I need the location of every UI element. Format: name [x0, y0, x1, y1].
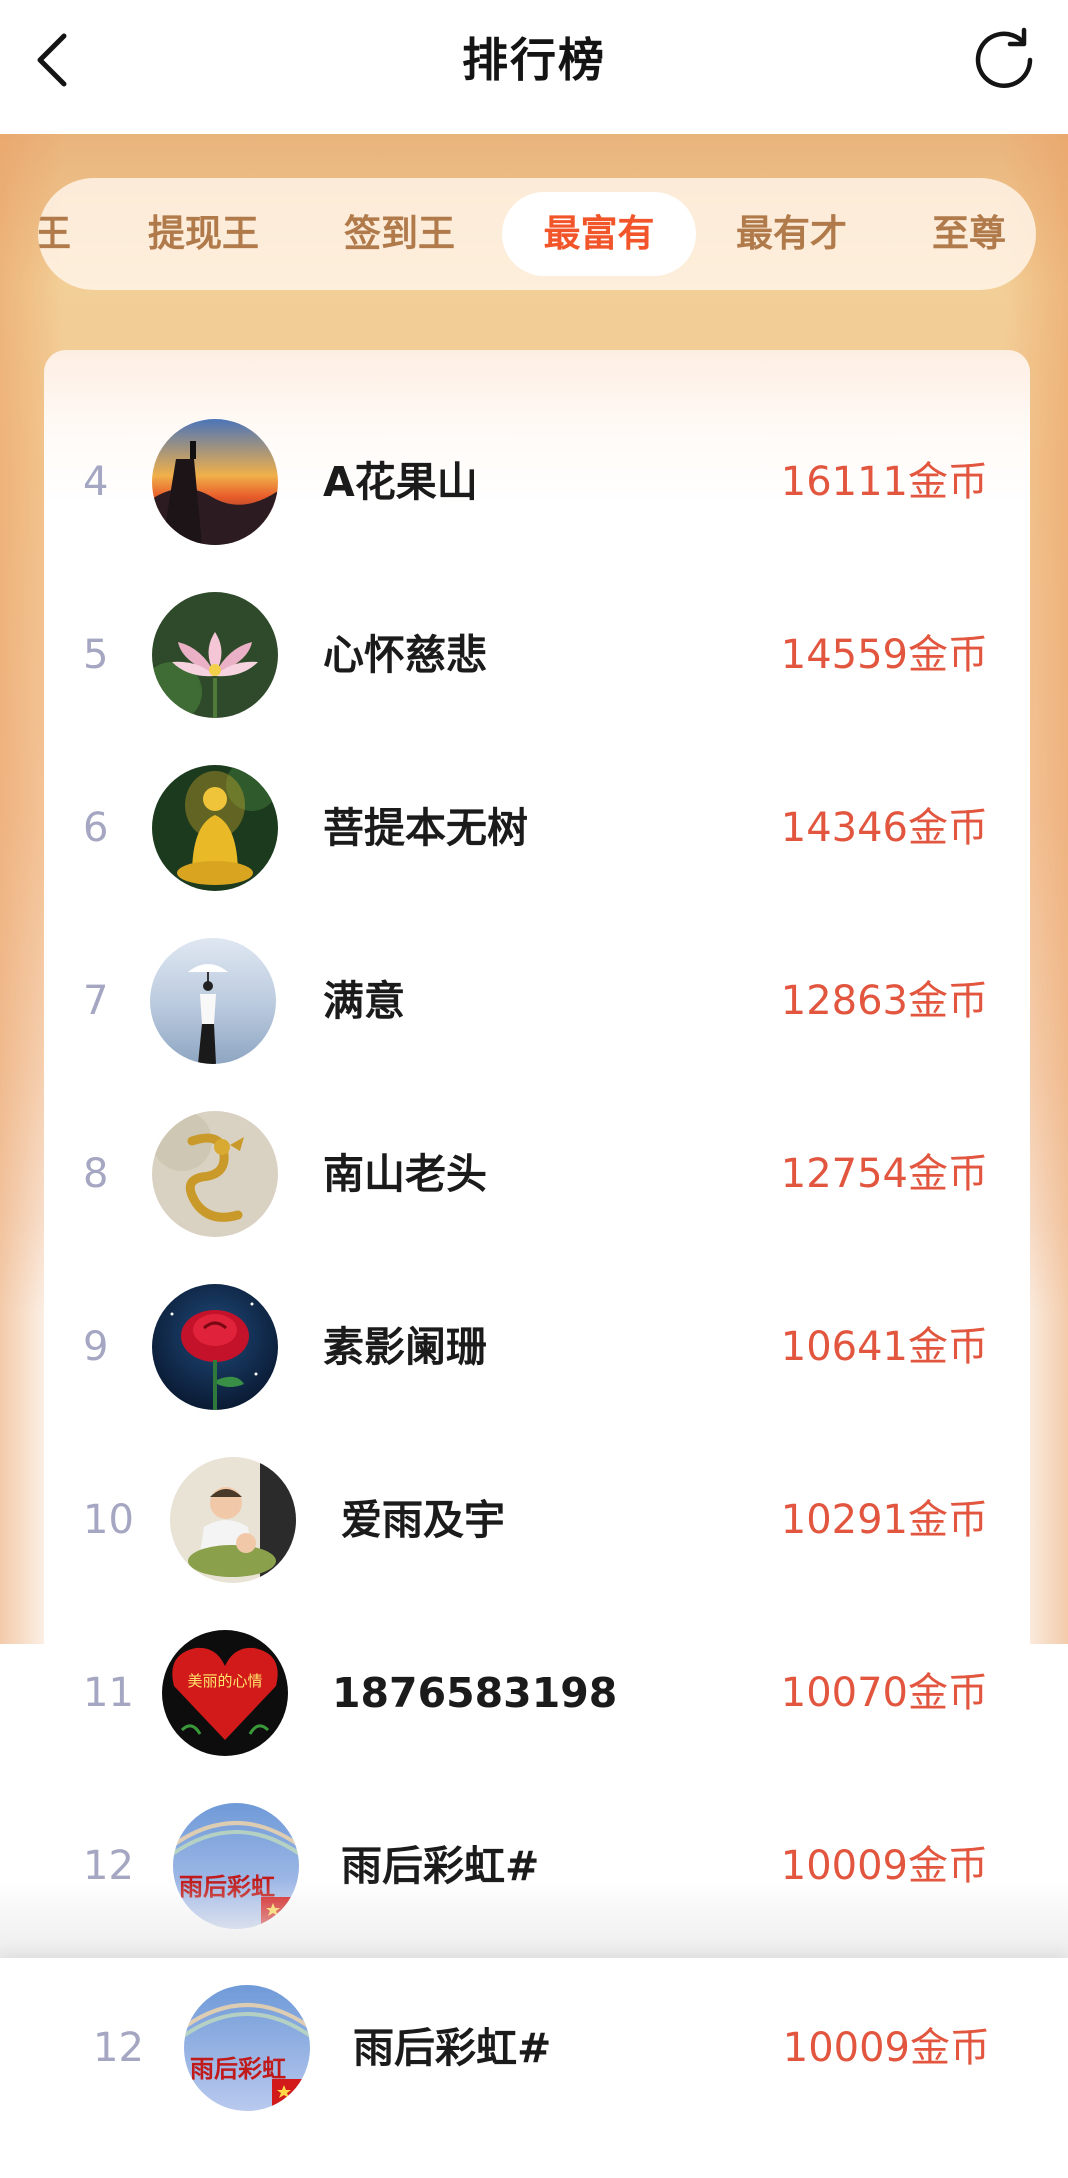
avatar[interactable]: 雨后彩虹 [184, 1985, 310, 2111]
tab-withdraw-king[interactable]: 提现王 [148, 178, 259, 290]
ranking-row[interactable]: 11 美丽的心情 1876583198 10070金币 [0, 1613, 1068, 1773]
rank-number: 8 [83, 1151, 109, 1197]
red-heart-image: 美丽的心情 [162, 1630, 288, 1756]
ranking-row[interactable]: 6 菩提本无树 14346金币 [0, 748, 1068, 908]
page-title: 排行榜 [462, 33, 606, 87]
rank-number: 7 [83, 978, 109, 1024]
coin-amount: 10009金币 [782, 2025, 990, 2071]
ranking-row[interactable]: 10 爱雨及宇 10291金币 [0, 1440, 1068, 1600]
rank-number: 11 [83, 1670, 134, 1716]
avatar[interactable] [152, 592, 278, 718]
coin-amount: 10291金币 [780, 1497, 988, 1543]
rank-number: 10 [83, 1497, 134, 1543]
lotus-image [152, 592, 278, 718]
rank-number: 12 [93, 2025, 144, 2071]
rank-number: 4 [83, 459, 109, 505]
my-rank-bar: 12 雨后彩虹 雨后彩虹# 10009金币 [0, 1958, 1068, 2178]
tab-richest[interactable]: 最富有 [502, 192, 696, 276]
avatar[interactable] [170, 1457, 296, 1583]
list-fade [0, 1880, 1068, 1960]
coin-amount: 14559金币 [780, 632, 988, 678]
avatar[interactable] [150, 938, 276, 1064]
coin-amount: 12754金币 [780, 1151, 988, 1197]
ranking-page: 排行榜 王 提现王 签到王 最富有 最有才 至尊 4 A花果山 16111金币 … [0, 0, 1068, 2178]
my-rank-row[interactable]: 12 雨后彩虹 雨后彩虹# 10009金币 [0, 1968, 1068, 2128]
avatar[interactable] [152, 1111, 278, 1237]
children-photo-image [170, 1457, 296, 1583]
ranking-row[interactable]: 8 南山老头 12754金币 [0, 1094, 1068, 1254]
avatar[interactable] [152, 419, 278, 545]
rainbow-flag-image: 雨后彩虹 [184, 1985, 310, 2111]
avatar-caption: 美丽的心情 [187, 1672, 262, 1690]
avatar[interactable] [152, 1284, 278, 1410]
coin-amount: 10641金币 [780, 1324, 988, 1370]
top-bar: 排行榜 [0, 0, 1068, 134]
avatar[interactable] [152, 765, 278, 891]
golden-buddha-image [152, 765, 278, 891]
rank-number: 9 [83, 1324, 109, 1370]
red-rose-image [152, 1284, 278, 1410]
user-name: 爱雨及宇 [341, 1496, 505, 1544]
tab-most-talented[interactable]: 最有才 [736, 178, 847, 290]
refresh-button[interactable] [968, 24, 1040, 96]
user-name: 素影阑珊 [323, 1323, 487, 1371]
user-name: A花果山 [323, 458, 478, 506]
mountain-sunset-image [152, 419, 278, 545]
coin-amount: 16111金币 [780, 459, 988, 505]
rank-number: 6 [83, 805, 109, 851]
coin-amount: 14346金币 [780, 805, 988, 851]
tab-partial-left[interactable]: 王 [38, 178, 71, 290]
ranking-row[interactable]: 5 心怀慈悲 14559金币 [0, 575, 1068, 735]
coin-amount: 10070金币 [780, 1670, 988, 1716]
refresh-icon [975, 27, 1033, 88]
tab-supreme[interactable]: 至尊 [932, 178, 1006, 290]
ranking-row[interactable]: 9 素影阑珊 10641金币 [0, 1267, 1068, 1427]
user-name: 菩提本无树 [323, 804, 528, 852]
category-tabs: 王 提现王 签到王 最富有 最有才 至尊 [38, 178, 1036, 290]
user-name: 1876583198 [332, 1669, 618, 1717]
avatar-caption: 雨后彩虹 [190, 2054, 286, 2083]
user-name: 雨后彩虹# [353, 2024, 552, 2072]
ranking-row[interactable]: 7 满意 12863金币 [0, 921, 1068, 1081]
rank-number: 5 [83, 632, 109, 678]
golden-dragon-image [152, 1111, 278, 1237]
user-name: 满意 [323, 977, 405, 1025]
avatar[interactable]: 美丽的心情 [162, 1630, 288, 1756]
tab-checkin-king[interactable]: 签到王 [344, 178, 455, 290]
coin-amount: 12863金币 [780, 978, 988, 1024]
ranking-row[interactable]: 4 A花果山 16111金币 [0, 402, 1068, 562]
user-name: 南山老头 [323, 1150, 487, 1198]
woman-umbrella-image [150, 938, 276, 1064]
user-name: 心怀慈悲 [323, 631, 487, 679]
